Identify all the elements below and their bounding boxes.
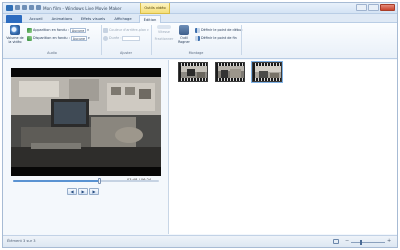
fade-in-control: Apparition en fondu : Aucune ▾: [27, 27, 89, 33]
tab-visual-effects[interactable]: Effets visuels: [77, 15, 109, 23]
zoom-in-icon[interactable]: +: [387, 238, 391, 244]
speed-icon: [157, 25, 171, 29]
undo-icon[interactable]: [22, 5, 27, 10]
set-start-point-label: Définir le point de début: [201, 28, 243, 32]
set-end-point-button[interactable]: Définir le point de fin: [195, 35, 237, 41]
background-color-control[interactable]: Couleur d'arrière-plan ▾: [103, 27, 149, 33]
group-divider: [241, 25, 242, 55]
workspace: 03:48 / 06:24 ◀ ▶ ▶: [3, 60, 397, 234]
tab-home[interactable]: Accueil: [25, 15, 47, 23]
clock-icon: [103, 35, 108, 41]
thumbnail-size-icon[interactable]: [333, 239, 339, 244]
seek-thumb[interactable]: [97, 178, 101, 184]
film-perforation: [253, 78, 281, 81]
fade-in-label: Apparition en fondu :: [33, 28, 69, 32]
storyboard: [170, 60, 397, 234]
split-button[interactable]: Fractionner: [153, 37, 175, 41]
playback-controls: ◀ ▶ ▶: [67, 188, 99, 195]
zoom-slider[interactable]: [351, 240, 385, 245]
ribbon: Volume de la vidéo Apparition en fondu :…: [3, 23, 397, 59]
speaker-icon: [10, 25, 20, 35]
duration-select[interactable]: [122, 35, 141, 41]
qat-dropdown-icon[interactable]: [36, 5, 41, 10]
preview-pane: 03:48 / 06:24 ◀ ▶ ▶: [3, 60, 169, 234]
background-color-label: Couleur d'arrière-plan: [109, 28, 147, 32]
quick-access-toolbar: [15, 5, 41, 10]
speed-control[interactable]: Vitesse: [153, 25, 175, 34]
app-window: Mon film - Windows Live Movie Maker Outi…: [2, 2, 398, 248]
fade-out-select[interactable]: Aucune: [70, 35, 88, 41]
edit-group-label: Montage: [188, 51, 204, 55]
end-point-icon: [195, 35, 200, 41]
clip-3[interactable]: [251, 61, 283, 83]
set-start-point-button[interactable]: Définir le point de début: [195, 27, 242, 33]
minimize-button[interactable]: [356, 4, 367, 11]
seek-progress: [13, 180, 100, 182]
fade-in-select[interactable]: Aucune: [69, 27, 87, 33]
video-volume-button[interactable]: Volume de la vidéo: [6, 25, 24, 44]
next-frame-button[interactable]: ▶: [89, 188, 99, 195]
status-bar: Élément 3 sur 3 − +: [3, 235, 397, 247]
split-label: Fractionner: [154, 37, 174, 41]
video-volume-label: Volume de la vidéo: [6, 36, 24, 44]
fade-out-dropdown-icon[interactable]: ▾: [88, 36, 90, 40]
redo-icon[interactable]: [29, 5, 34, 10]
fade-out-icon: [27, 35, 32, 41]
seek-bar[interactable]: [13, 178, 159, 184]
video-frame: [11, 77, 161, 167]
close-button[interactable]: [380, 4, 395, 11]
save-icon[interactable]: [15, 5, 20, 10]
adjust-group-label: Ajuster: [120, 51, 132, 55]
trim-tool-button[interactable]: Outil Rogner: [175, 25, 193, 44]
ribbon-tabs: Accueil Animations Effets visuels Affich…: [3, 14, 397, 23]
film-perforation: [179, 78, 207, 81]
fade-in-dropdown-icon[interactable]: ▾: [87, 28, 89, 32]
maximize-button[interactable]: [368, 4, 379, 11]
file-menu-button[interactable]: [6, 15, 22, 23]
background-color-dropdown-icon[interactable]: ▾: [147, 28, 149, 32]
play-button[interactable]: ▶: [78, 188, 88, 195]
tab-view[interactable]: Affichage: [111, 15, 135, 23]
window-title: Mon film - Windows Live Movie Maker: [43, 6, 122, 11]
status-text: Élément 3 sur 3: [7, 239, 36, 243]
clip-1[interactable]: [178, 62, 208, 82]
start-point-icon: [195, 27, 200, 33]
duration-label: Durée :: [109, 36, 122, 40]
video-preview[interactable]: [11, 68, 161, 176]
duration-control: Durée :: [103, 35, 141, 41]
trim-tool-label: Outil Rogner: [178, 36, 190, 44]
clip-2[interactable]: [215, 62, 245, 82]
previous-frame-button[interactable]: ◀: [67, 188, 77, 195]
zoom-out-icon[interactable]: −: [345, 238, 349, 244]
fade-out-label: Disparition en fondu :: [33, 36, 70, 40]
app-icon[interactable]: [6, 5, 13, 11]
fade-in-icon: [27, 27, 32, 33]
trim-icon: [179, 25, 189, 35]
fade-out-control: Disparition en fondu : Aucune ▾: [27, 35, 90, 41]
tab-animations[interactable]: Animations: [49, 15, 75, 23]
speed-label: Vitesse: [158, 30, 170, 34]
zoom-slider-thumb[interactable]: [360, 240, 363, 245]
tab-edit[interactable]: Édition: [139, 15, 161, 23]
audio-group-label: Audio: [47, 51, 57, 55]
video-tools-context-tab: Outils vidéo: [140, 3, 170, 14]
title-bar: Mon film - Windows Live Movie Maker Outi…: [3, 3, 397, 14]
paint-bucket-icon: [103, 27, 108, 33]
set-end-point-label: Définir le point de fin: [201, 36, 237, 40]
film-perforation: [216, 78, 244, 81]
window-controls: [356, 4, 395, 11]
